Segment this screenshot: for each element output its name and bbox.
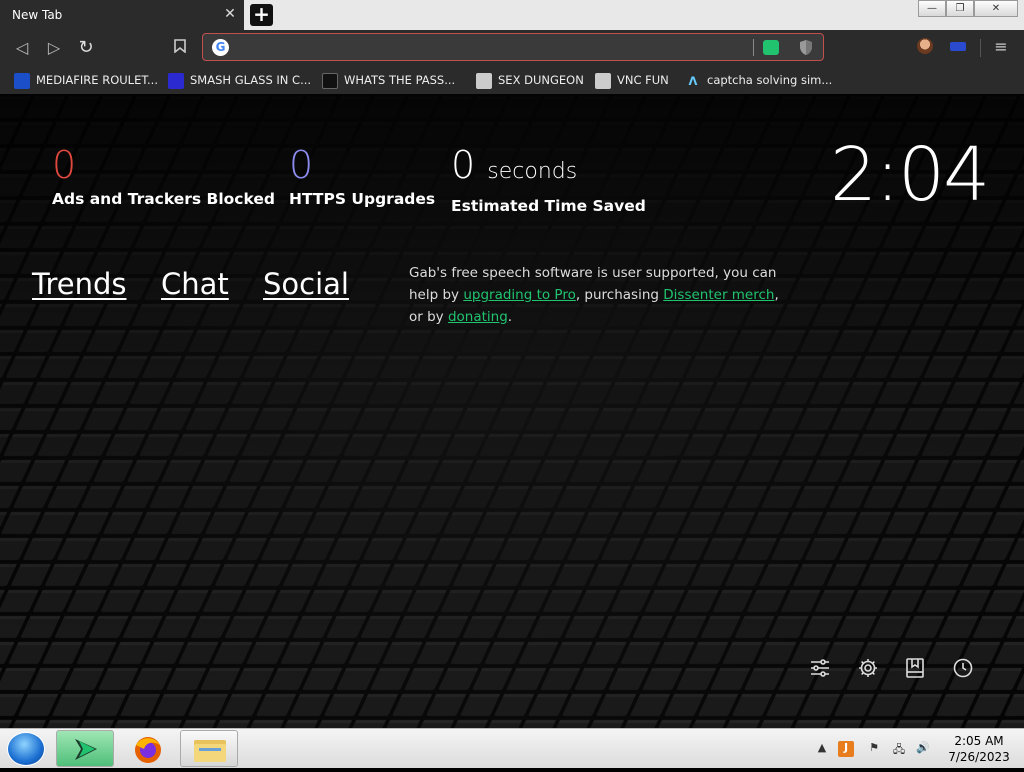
bookmark-sex-dungeon[interactable]: SEX DUNGEON — [476, 71, 584, 89]
cube-icon — [476, 72, 492, 89]
cube-icon — [595, 72, 611, 89]
bookmark-label: WHATS THE PASS... — [344, 73, 456, 87]
gab-message-text: . — [507, 309, 513, 325]
dissenter-browser-icon — [75, 739, 97, 760]
tab-new-tab[interactable]: New Tab ✕ — [0, 0, 244, 30]
bookmark-label: SMASH GLASS IN C... — [190, 73, 312, 87]
system-clock[interactable]: 2:05 AM 7/26/2023 — [940, 733, 1018, 765]
stat-time-value: 0 — [451, 143, 476, 187]
gab-message-text: , purchasing — [575, 287, 664, 303]
stat-https-label: HTTPS Upgrades — [289, 190, 436, 208]
mediafire-icon — [14, 72, 30, 89]
bookmark-label: captcha solving sim... — [707, 73, 833, 87]
system-time: 2:05 AM — [954, 734, 1004, 748]
extension-icon[interactable] — [950, 42, 966, 51]
show-hidden-icons-button[interactable]: ▲ — [816, 741, 828, 757]
smash-icon — [168, 72, 184, 89]
customize-icon[interactable] — [809, 657, 831, 679]
action-center-flag-icon[interactable]: ⚑ — [866, 741, 882, 757]
maximize-button[interactable]: ❐ — [946, 0, 974, 17]
bookmark-label: VNC FUN — [617, 73, 669, 87]
reload-button[interactable]: ↻ — [75, 37, 97, 59]
bookmark-captcha-solving[interactable]: Λcaptcha solving sim... — [685, 71, 833, 89]
stat-https-upgrades: 0 HTTPS Upgrades — [289, 144, 435, 208]
volume-icon[interactable]: 🔊 — [914, 741, 932, 757]
lock-icon — [322, 72, 338, 89]
start-button[interactable] — [7, 732, 45, 766]
profile-avatar[interactable] — [917, 38, 933, 54]
page-clock: 2:04 — [830, 132, 990, 218]
new-tab-page: 0 Ads and Trackers Blocked 0 HTTPS Upgra… — [0, 94, 1024, 730]
gab-support-message: Gab's free speech software is user suppo… — [409, 262, 789, 328]
stat-time-unit: seconds — [487, 159, 578, 184]
stat-time-value-line: 0 seconds — [451, 144, 646, 193]
java-update-icon[interactable]: J — [838, 741, 854, 757]
new-tab-button[interactable]: + — [250, 4, 273, 26]
os-taskbar: ▲ J ⚑ 🖧 🔊 2:05 AM 7/26/2023 — [0, 728, 1024, 768]
tab-title: New Tab — [12, 8, 63, 22]
network-icon[interactable]: 🖧 — [890, 741, 908, 757]
address-bar[interactable]: G — [202, 33, 824, 61]
social-link[interactable]: Social — [263, 267, 349, 301]
toolbar-divider — [980, 39, 981, 57]
minimize-button[interactable]: — — [918, 0, 946, 17]
stat-ads-trackers-blocked: 0 Ads and Trackers Blocked — [52, 144, 275, 208]
address-bar-divider — [753, 39, 754, 56]
firefox-icon — [135, 737, 161, 763]
dissenter-icon[interactable] — [763, 40, 779, 55]
lambda-icon: Λ — [688, 73, 698, 88]
address-input[interactable] — [235, 37, 745, 57]
chat-link[interactable]: Chat — [161, 267, 229, 301]
dissenter-merch-link[interactable]: Dissenter merch — [663, 287, 774, 303]
menu-icon[interactable]: ≡ — [994, 37, 1008, 57]
stat-time-label: Estimated Time Saved — [451, 197, 646, 215]
stat-ads-value: 0 — [52, 143, 77, 187]
stat-time-saved: 0 seconds Estimated Time Saved — [451, 144, 646, 215]
close-window-button[interactable]: ✕ — [974, 0, 1018, 17]
bookmarks-icon[interactable] — [904, 657, 926, 679]
folder-icon — [194, 740, 226, 762]
back-button[interactable]: ◁ — [11, 37, 33, 59]
tab-close-icon[interactable]: ✕ — [222, 5, 238, 23]
forward-button[interactable]: ▷ — [43, 37, 65, 59]
upgrade-to-pro-link[interactable]: upgrading to Pro — [463, 287, 576, 303]
trends-link[interactable]: Trends — [32, 267, 126, 301]
history-icon[interactable] — [952, 657, 974, 679]
donating-link[interactable]: donating — [448, 309, 508, 325]
bookmark-label: MEDIAFIRE ROULET... — [36, 73, 158, 87]
tab-strip: New Tab ✕ + — ❐ ✕ — [0, 0, 1024, 30]
stat-ads-label: Ads and Trackers Blocked — [52, 190, 275, 208]
browser-toolbar: ◁ ▷ ↻ G ≡ — [0, 30, 1024, 66]
gear-icon[interactable] — [857, 657, 879, 679]
bookmark-whats-the-pass[interactable]: WHATS THE PASS... — [322, 71, 455, 89]
bookmark-icon — [174, 39, 186, 54]
bookmark-smash-glass[interactable]: SMASH GLASS IN C... — [168, 71, 311, 89]
bookmark-label: SEX DUNGEON — [498, 73, 584, 87]
stat-https-value: 0 — [289, 143, 314, 187]
bookmarks-bar: MEDIAFIRE ROULET... SMASH GLASS IN C... … — [0, 66, 1024, 94]
taskbar-explorer-button[interactable] — [180, 730, 238, 767]
taskbar-browser-button[interactable] — [56, 730, 114, 767]
system-date: 7/26/2023 — [948, 750, 1010, 764]
bookmark-page-button[interactable] — [169, 37, 191, 59]
shield-icon[interactable] — [799, 39, 813, 56]
bookmark-vnc-fun[interactable]: VNC FUN — [595, 71, 669, 89]
google-icon: G — [212, 39, 229, 56]
bookmark-mediafire-roulette[interactable]: MEDIAFIRE ROULET... — [14, 71, 158, 89]
taskbar-firefox-button[interactable] — [118, 730, 176, 767]
